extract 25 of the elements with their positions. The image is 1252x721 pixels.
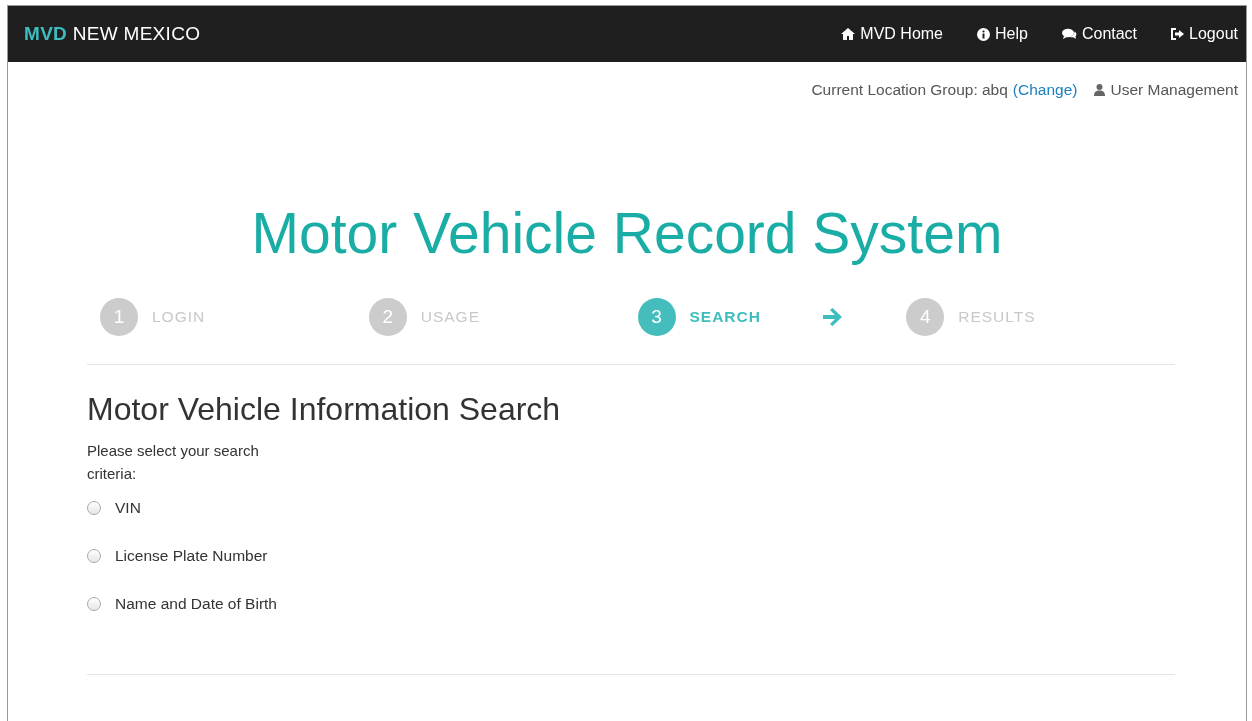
radio-label: Name and Date of Birth <box>115 595 277 613</box>
step-number: 3 <box>637 298 676 336</box>
radio-label: License Plate Number <box>115 547 268 565</box>
user-icon <box>1094 84 1106 96</box>
radio-button[interactable] <box>87 549 101 563</box>
step-label: SEARCH <box>689 308 761 326</box>
nav-link[interactable]: Contact <box>1061 25 1138 43</box>
logout-icon <box>1171 28 1185 40</box>
instruction-text: Please select your search criteria: <box>87 441 260 484</box>
brand-link[interactable]: MVD NEW MEXICO <box>24 23 201 45</box>
user-management-link[interactable]: User Management <box>1094 81 1238 99</box>
arrow-right-icon <box>822 308 843 326</box>
change-link[interactable]: (Change) <box>1012 81 1078 99</box>
nav-link[interactable]: MVD Home <box>841 25 943 43</box>
nav-link[interactable]: Help <box>977 25 1028 43</box>
home-icon <box>841 28 856 40</box>
radio-button[interactable] <box>87 597 101 611</box>
radio-label: VIN <box>115 499 141 517</box>
nav-link[interactable]: Logout <box>1171 25 1238 43</box>
location-group-text: Current Location Group: abq <box>811 81 1008 99</box>
chat-icon <box>1061 28 1077 40</box>
section-heading: Motor Vehicle Information Search <box>87 390 562 429</box>
radio-button[interactable] <box>87 501 101 515</box>
info-icon <box>977 27 990 41</box>
page-title: Motor Vehicle Record System <box>250 200 1004 267</box>
